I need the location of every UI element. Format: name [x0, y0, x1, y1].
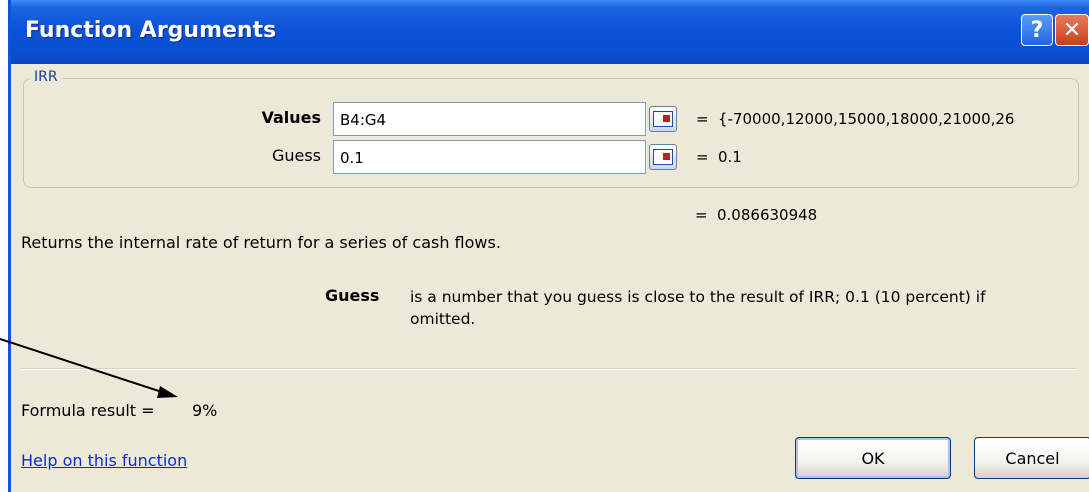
function-group: IRR Values B4:G4 = {-70000,12000,15000,1…	[23, 69, 1079, 188]
argument-help-text: is a number that you guess is close to t…	[410, 288, 986, 328]
values-collapse-icon[interactable]	[649, 106, 677, 132]
result-equals: =	[695, 206, 708, 224]
ok-button[interactable]: OK	[795, 437, 951, 479]
guess-label: Guess	[271, 146, 321, 165]
function-name: IRR	[30, 69, 62, 85]
result-preview: 0.086630948	[717, 206, 818, 224]
values-label: Values	[261, 108, 321, 127]
window-title: Function Arguments	[25, 18, 277, 43]
guess-evaluated: 0.1	[718, 148, 742, 166]
formula-result-value: 9%	[192, 401, 218, 420]
guess-collapse-icon[interactable]	[649, 144, 677, 170]
argument-help-name: Guess	[325, 286, 380, 305]
formula-result-label: Formula result =	[21, 401, 155, 420]
values-equals: =	[696, 110, 709, 128]
separator	[21, 368, 1077, 370]
help-link[interactable]: Help on this function	[21, 451, 187, 470]
guess-input[interactable]: 0.1	[333, 140, 646, 174]
guess-equals: =	[696, 148, 709, 166]
function-description: Returns the internal rate of return for …	[21, 233, 501, 252]
values-input[interactable]: B4:G4	[333, 102, 646, 136]
help-icon[interactable]: ?	[1021, 14, 1053, 46]
title-bar[interactable]: Function Arguments ? ✕	[11, 0, 1089, 64]
values-evaluated: {-70000,12000,15000,18000,21000,26	[718, 110, 1015, 128]
close-icon[interactable]: ✕	[1055, 14, 1089, 46]
function-arguments-dialog: Function Arguments ? ✕ IRR Values B4:G4 …	[8, 0, 1089, 492]
cancel-button[interactable]: Cancel	[974, 437, 1089, 479]
